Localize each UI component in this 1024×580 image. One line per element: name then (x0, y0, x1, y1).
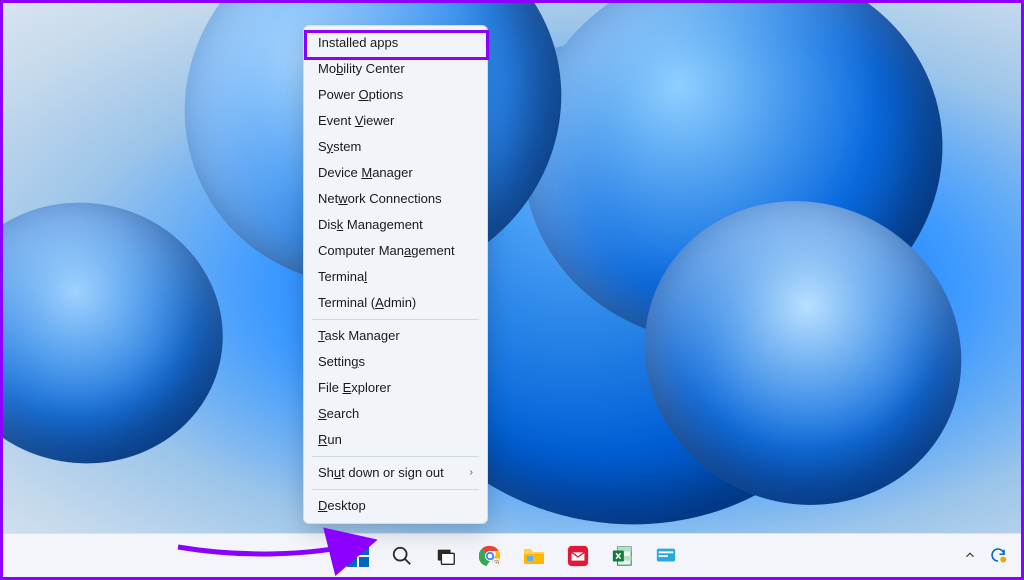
desktop-wallpaper (3, 3, 1021, 577)
start-button[interactable] (340, 538, 376, 574)
menu-item-label: System (318, 139, 361, 155)
menu-item-desktop[interactable]: Desktop (304, 493, 487, 519)
menu-item-label: Event Viewer (318, 113, 394, 129)
windows-logo-icon (347, 545, 369, 567)
taskbar (3, 533, 1021, 577)
menu-item-label: Task Manager (318, 328, 400, 344)
menu-item-installed-apps[interactable]: Installed apps (304, 30, 487, 56)
app-icon (655, 545, 677, 567)
menu-item-search[interactable]: Search (304, 401, 487, 427)
menu-item-label: Terminal (Admin) (318, 295, 416, 311)
system-tray (963, 533, 1007, 577)
menu-item-power-options[interactable]: Power Options (304, 82, 487, 108)
menu-item-label: Desktop (318, 498, 366, 514)
menu-item-label: Mobility Center (318, 61, 405, 77)
menu-item-label: Installed apps (318, 35, 398, 51)
windows-update-tray-icon[interactable] (989, 546, 1007, 564)
menu-item-label: Run (318, 432, 342, 448)
menu-item-settings[interactable]: Settings (304, 349, 487, 375)
mail-app-button[interactable] (560, 538, 596, 574)
menu-separator (312, 319, 479, 320)
chevron-right-icon: › (470, 465, 473, 481)
update-icon (989, 546, 1007, 564)
menu-item-label: Power Options (318, 87, 403, 103)
mail-icon (567, 545, 589, 567)
folder-icon (522, 545, 546, 567)
menu-item-task-manager[interactable]: Task Manager (304, 323, 487, 349)
menu-item-label: Shut down or sign out (318, 465, 444, 481)
start-context-menu: Installed apps Mobility Center Power Optio… (303, 25, 488, 524)
menu-item-file-explorer[interactable]: File Explorer (304, 375, 487, 401)
edge-app-button[interactable] (648, 538, 684, 574)
taskbar-center (340, 538, 684, 574)
menu-item-computer-management[interactable]: Computer Management (304, 238, 487, 264)
excel-icon (611, 545, 633, 567)
menu-item-label: Network Connections (318, 191, 442, 207)
task-view-icon (435, 545, 457, 567)
menu-separator (312, 456, 479, 457)
menu-item-device-manager[interactable]: Device Manager (304, 160, 487, 186)
menu-item-terminal-admin[interactable]: Terminal (Admin) (304, 290, 487, 316)
menu-item-label: Settings (318, 354, 365, 370)
menu-item-label: Search (318, 406, 359, 422)
taskbar-search-button[interactable] (384, 538, 420, 574)
menu-item-terminal[interactable]: Terminal (304, 264, 487, 290)
menu-item-system[interactable]: System (304, 134, 487, 160)
menu-item-event-viewer[interactable]: Event Viewer (304, 108, 487, 134)
menu-item-shut-down-or-sign-out[interactable]: Shut down or sign out › (304, 460, 487, 486)
file-explorer-button[interactable] (516, 538, 552, 574)
menu-item-label: Device Manager (318, 165, 413, 181)
menu-item-label: File Explorer (318, 380, 391, 396)
menu-item-label: Terminal (318, 269, 367, 285)
menu-item-mobility-center[interactable]: Mobility Center (304, 56, 487, 82)
chrome-icon (479, 545, 501, 567)
search-icon (391, 545, 413, 567)
menu-item-disk-management[interactable]: Disk Management (304, 212, 487, 238)
chrome-button[interactable] (472, 538, 508, 574)
menu-item-run[interactable]: Run (304, 427, 487, 453)
menu-item-label: Disk Management (318, 217, 423, 233)
menu-item-network-connections[interactable]: Network Connections (304, 186, 487, 212)
tray-overflow-button[interactable] (963, 548, 977, 562)
task-view-button[interactable] (428, 538, 464, 574)
excel-button[interactable] (604, 538, 640, 574)
menu-separator (312, 489, 479, 490)
menu-item-label: Computer Management (318, 243, 455, 259)
chevron-up-icon (963, 548, 977, 562)
